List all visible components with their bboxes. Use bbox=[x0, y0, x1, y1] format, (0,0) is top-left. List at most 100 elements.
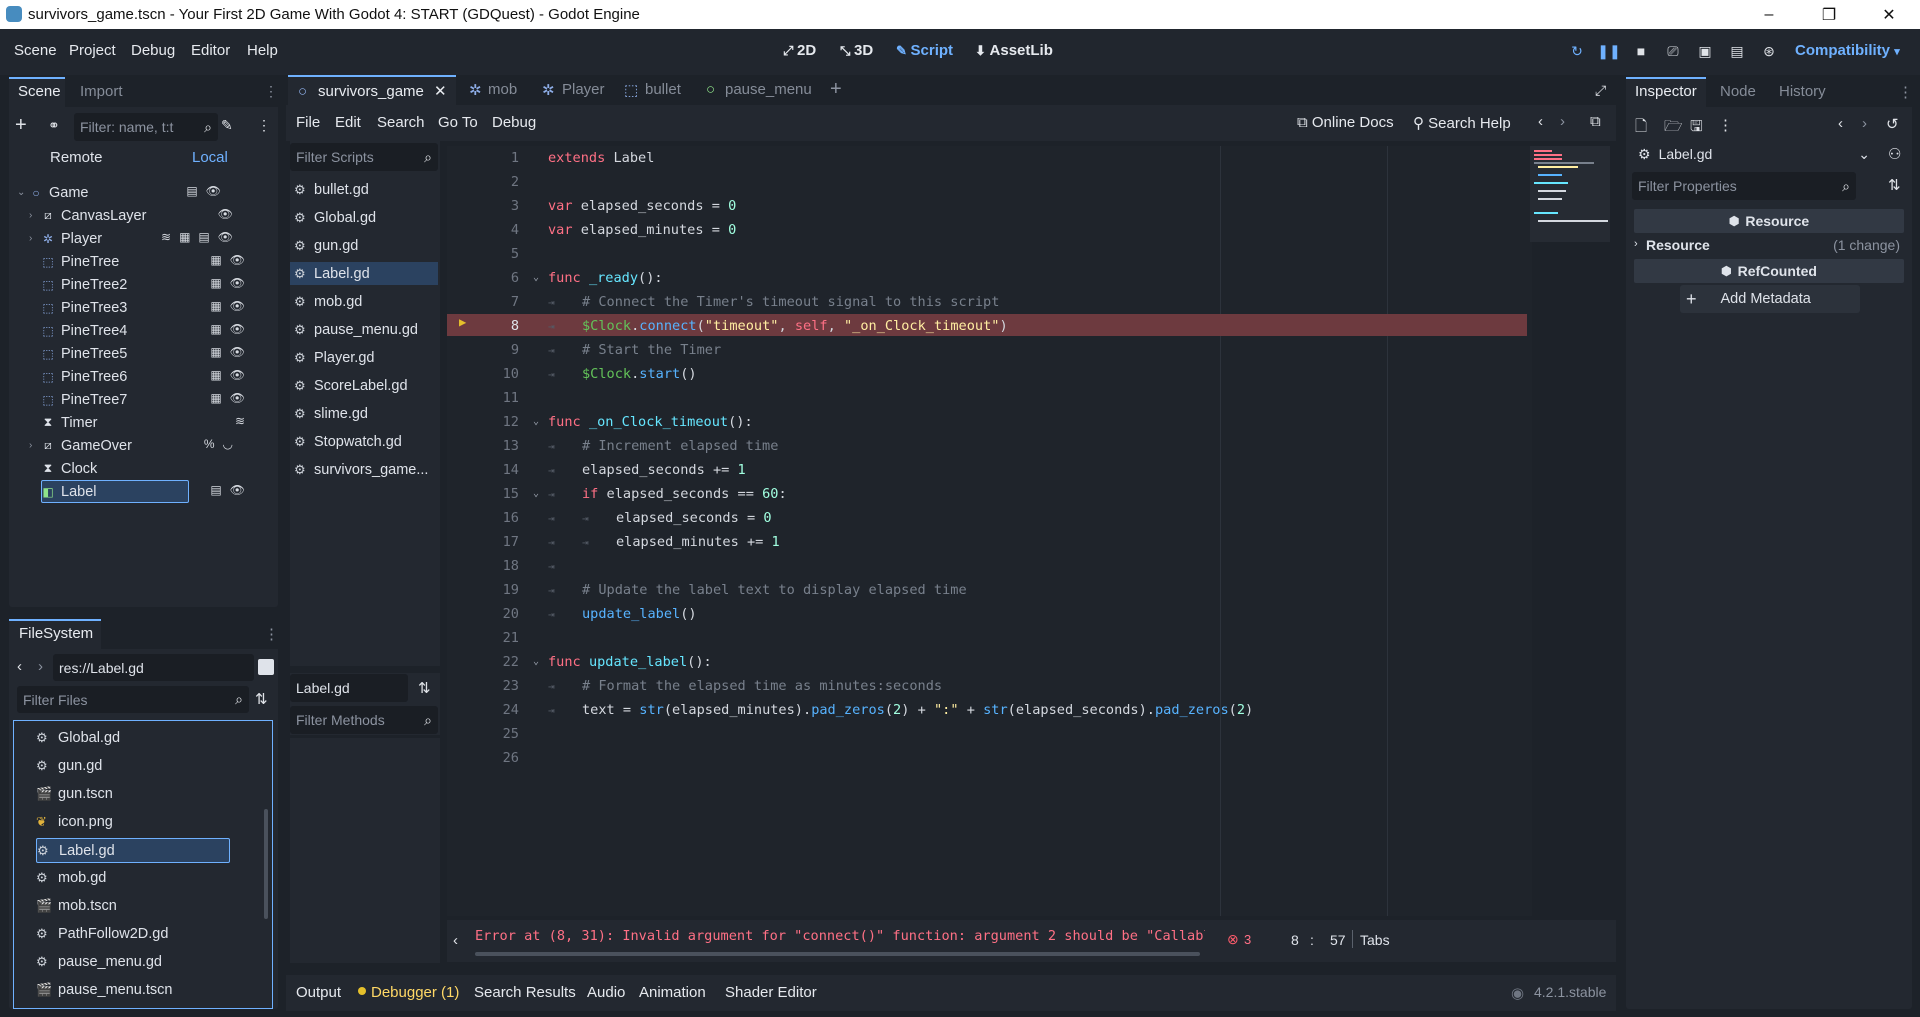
history-back-icon[interactable]: ‹ bbox=[1838, 115, 1843, 132]
online-docs-button[interactable]: ⧉ Online Docs bbox=[1297, 114, 1394, 131]
search-help-button[interactable]: ⚲ Search Help bbox=[1413, 114, 1511, 132]
scene-filter-input[interactable]: Filter: name, t:t ⌕ bbox=[74, 113, 218, 141]
script-attached-icon[interactable]: ▤ bbox=[210, 483, 221, 497]
history-forward-icon[interactable]: › bbox=[1560, 113, 1565, 130]
hidden-eye-icon[interactable]: ◡ bbox=[223, 437, 233, 451]
tree-node-pinetree[interactable]: ⬚ PineTree ▦ 👁 bbox=[17, 250, 251, 273]
tab-search-results[interactable]: Search Results bbox=[474, 984, 576, 1001]
visibility-eye-icon[interactable]: 👁 bbox=[218, 230, 233, 244]
visibility-eye-icon[interactable]: 👁 bbox=[206, 184, 221, 198]
workspace-2d-button[interactable]: ⤢ 2D bbox=[783, 42, 816, 59]
tab-output[interactable]: Output bbox=[296, 984, 341, 1001]
script-attached-icon[interactable]: ▤ bbox=[198, 230, 209, 244]
filter-scripts-input[interactable]: Filter Scripts ⌕ bbox=[290, 143, 438, 171]
tree-node-pinetree7[interactable]: ⬚ PineTree7 ▦ 👁 bbox=[17, 388, 251, 411]
tree-node-timer[interactable]: ⧗ Timer ≋ bbox=[17, 411, 251, 434]
dock-menu-icon[interactable]: ⋮ bbox=[1898, 83, 1913, 101]
forward-arrow-icon[interactable]: › bbox=[38, 658, 43, 675]
fold-arrow-icon[interactable]: ⌄ bbox=[533, 416, 539, 427]
tree-node-pinetree6[interactable]: ⬚ PineTree6 ▦ 👁 bbox=[17, 365, 251, 388]
collapse-arrow-icon[interactable]: › bbox=[29, 440, 41, 451]
open-scene-icon[interactable]: ▦ bbox=[210, 299, 221, 313]
visibility-eye-icon[interactable]: 👁 bbox=[230, 368, 245, 382]
play-custom-icon[interactable]: ▤ bbox=[1727, 41, 1747, 61]
file-item[interactable]: 🎬 gun.tscn bbox=[36, 782, 228, 805]
save-icon[interactable]: 🖫 bbox=[1690, 116, 1703, 141]
object-selector[interactable]: ⚙ Label.gd ⌄ bbox=[1632, 140, 1876, 168]
minimize-button[interactable]: – bbox=[1746, 0, 1792, 29]
script-menu-edit[interactable]: Edit bbox=[335, 114, 361, 131]
script-menu-search[interactable]: Search bbox=[377, 114, 425, 131]
script-item[interactable]: ⚙ pause_menu.gd bbox=[290, 318, 442, 341]
resource-property-row[interactable]: › Resource (1 change) bbox=[1634, 235, 1904, 257]
visibility-eye-icon[interactable]: 👁 bbox=[218, 207, 233, 221]
distraction-free-icon[interactable]: ⤢ bbox=[1595, 82, 1606, 99]
stop-icon[interactable]: ■ bbox=[1631, 41, 1651, 61]
workspace-script-button[interactable]: ✎ Script bbox=[896, 42, 953, 59]
scene-menu-icon[interactable]: ⋮ bbox=[257, 117, 271, 134]
open-scene-icon[interactable]: ▦ bbox=[210, 253, 221, 267]
menu-project[interactable]: Project bbox=[69, 42, 116, 59]
make-floating-icon[interactable]: ⧉ bbox=[1590, 113, 1601, 130]
script-menu-debug[interactable]: Debug bbox=[492, 114, 536, 131]
script-item-selected[interactable]: ⚙ Label.gd bbox=[290, 262, 438, 285]
tree-node-pinetree3[interactable]: ⬚ PineTree3 ▦ 👁 bbox=[17, 296, 251, 319]
tab-shader-editor[interactable]: Shader Editor bbox=[725, 984, 817, 1001]
tree-node-clock[interactable]: ⧗ Clock bbox=[17, 457, 251, 480]
error-message[interactable]: Error at (8, 31): Invalid argument for "… bbox=[475, 928, 1205, 948]
dock-menu-icon[interactable]: ⋮ bbox=[264, 625, 279, 643]
error-scrollbar[interactable] bbox=[475, 952, 1200, 956]
percent-icon[interactable]: % bbox=[204, 437, 215, 451]
tab-player[interactable]: Player bbox=[562, 81, 605, 98]
filter-files-input[interactable]: Filter Files ⌕ bbox=[17, 686, 249, 713]
visibility-eye-icon[interactable]: 👁 bbox=[230, 345, 245, 359]
file-item[interactable]: ⚙ Global.gd bbox=[36, 726, 228, 749]
tree-node-game[interactable]: ⌄ ○ Game ▤ 👁 bbox=[17, 181, 227, 204]
tab-pause-menu[interactable]: pause_menu bbox=[725, 81, 812, 98]
local-toggle[interactable]: Local bbox=[192, 149, 228, 166]
script-item[interactable]: ⚙ bullet.gd bbox=[290, 178, 442, 201]
add-tab-icon[interactable]: + bbox=[830, 78, 842, 101]
workspace-3d-button[interactable]: ⤡ 3D bbox=[840, 42, 873, 59]
expand-arrow-icon[interactable]: ⌄ bbox=[17, 187, 29, 198]
file-item[interactable]: ⚙ PathFollow2D.gd bbox=[36, 922, 228, 945]
close-window-button[interactable]: ✕ bbox=[1866, 0, 1912, 29]
script-item[interactable]: ⚙ slime.gd bbox=[290, 402, 442, 425]
link-icon[interactable]: ⚭ bbox=[48, 117, 60, 134]
tree-node-label[interactable]: ◧ Label ▤ 👁 bbox=[17, 480, 251, 503]
script-item[interactable]: ⚙ Global.gd bbox=[290, 206, 442, 229]
movie-maker-icon[interactable]: ⊛ bbox=[1759, 41, 1779, 61]
open-scene-icon[interactable]: ▦ bbox=[210, 391, 221, 405]
file-item[interactable]: ❦ icon.png bbox=[36, 810, 228, 833]
tree-node-pinetree2[interactable]: ⬚ PineTree2 ▦ 👁 bbox=[17, 273, 251, 296]
open-scene-icon[interactable]: ▦ bbox=[210, 322, 221, 336]
visibility-eye-icon[interactable]: 👁 bbox=[230, 276, 245, 290]
script-item[interactable]: ⚙ Player.gd bbox=[290, 346, 442, 369]
file-item-selected[interactable]: ⚙ Label.gd bbox=[36, 838, 230, 863]
fold-arrow-icon[interactable]: ⌄ bbox=[533, 488, 539, 499]
tab-debugger[interactable]: Debugger (1) bbox=[371, 984, 459, 1001]
add-metadata-button[interactable]: + Add Metadata bbox=[1680, 285, 1860, 313]
history-back-icon[interactable]: ‹ bbox=[1538, 113, 1543, 130]
file-item[interactable]: 🎬 mob.tscn bbox=[36, 894, 228, 917]
object-properties-icon[interactable]: ⚇ bbox=[1888, 145, 1901, 163]
open-folder-icon[interactable]: 🗁 bbox=[1664, 116, 1683, 141]
close-tab-icon[interactable]: ✕ bbox=[434, 82, 447, 100]
tree-node-gameover[interactable]: › ⧄ GameOver % ◡ bbox=[17, 434, 239, 457]
tree-node-pinetree4[interactable]: ⬚ PineTree4 ▦ 👁 bbox=[17, 319, 251, 342]
open-scene-icon[interactable]: ▦ bbox=[210, 276, 221, 290]
history-forward-icon[interactable]: › bbox=[1862, 115, 1867, 132]
split-mode-icon[interactable] bbox=[258, 659, 274, 675]
fold-arrow-icon[interactable]: ⌄ bbox=[533, 272, 539, 283]
tab-node[interactable]: Node bbox=[1720, 83, 1756, 100]
menu-editor[interactable]: Editor bbox=[191, 42, 230, 59]
indentation-mode[interactable]: Tabs bbox=[1360, 932, 1390, 948]
version-label[interactable]: 4.2.1.stable bbox=[1534, 984, 1606, 1000]
play-scene-icon[interactable]: ▣ bbox=[1695, 41, 1715, 61]
back-arrow-icon[interactable]: ‹ bbox=[17, 658, 22, 675]
remote-debug-icon[interactable]: ⎚ bbox=[1663, 41, 1683, 61]
remote-toggle[interactable]: Remote bbox=[50, 149, 103, 166]
signal-icon[interactable]: ≋ bbox=[235, 414, 245, 428]
attach-script-icon[interactable]: ✎ bbox=[221, 117, 233, 134]
reload-icon[interactable]: ↻ bbox=[1567, 41, 1587, 61]
